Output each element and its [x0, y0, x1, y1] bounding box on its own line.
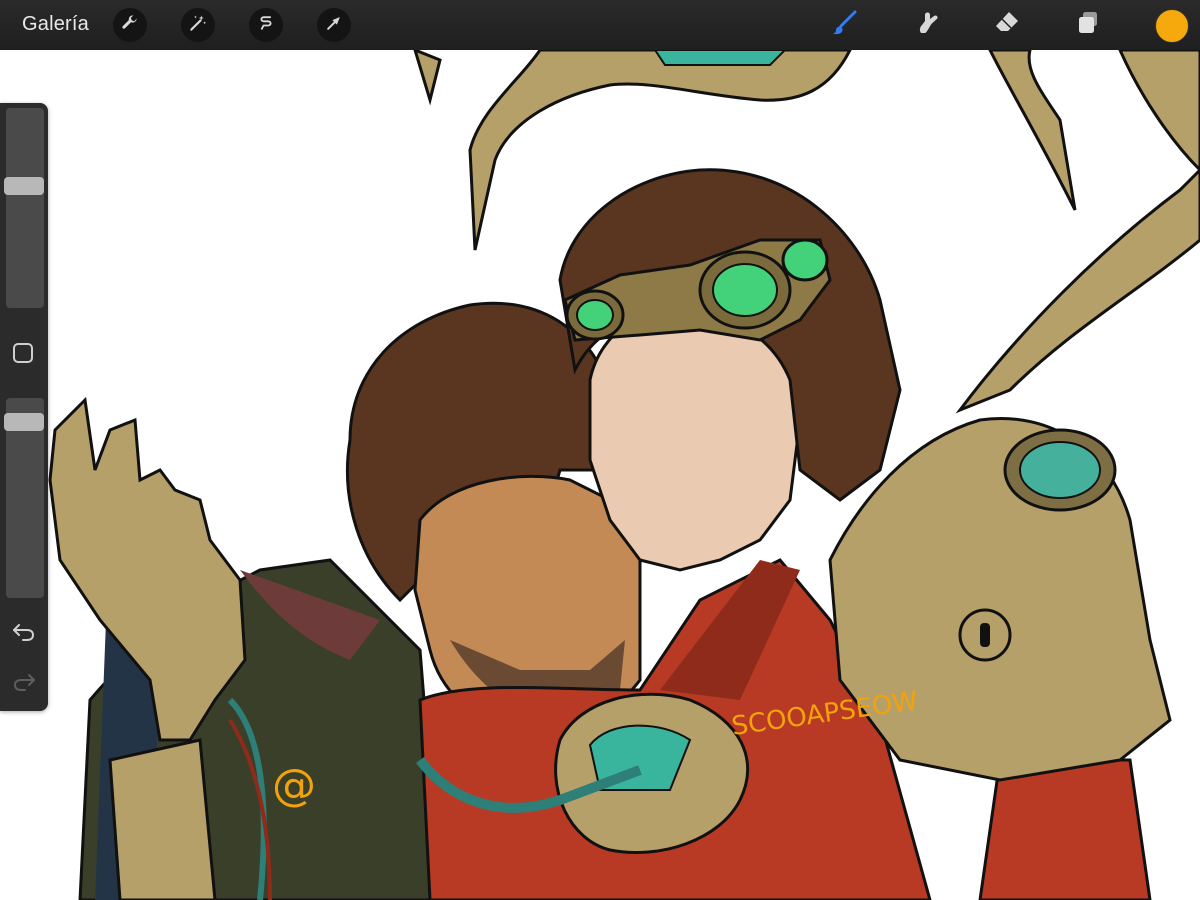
magic-wand-icon: [188, 13, 208, 38]
color-swatch-button[interactable]: [1155, 9, 1189, 43]
redo-icon[interactable]: [11, 668, 37, 694]
wrench-icon: [120, 13, 140, 38]
left-sidebar: [0, 103, 48, 711]
layers-icon: [1074, 9, 1102, 42]
undo-icon[interactable]: [11, 618, 37, 644]
modify-button[interactable]: [13, 343, 33, 363]
eraser-icon: [993, 9, 1021, 42]
brush-size-handle[interactable]: [4, 177, 44, 196]
drawing-canvas[interactable]: @ SCOOAPSEOW: [0, 50, 1200, 900]
actions-button[interactable]: [113, 8, 147, 42]
brush-size-slider[interactable]: [6, 108, 44, 308]
brush-icon: [830, 9, 858, 42]
selection-icon: [256, 13, 276, 38]
selection-button[interactable]: [249, 8, 283, 42]
transform-button[interactable]: [317, 8, 351, 42]
brush-tool-button[interactable]: [827, 8, 861, 42]
adjustments-button[interactable]: [181, 8, 215, 42]
eraser-tool-button[interactable]: [990, 8, 1024, 42]
opacity-handle[interactable]: [4, 412, 44, 431]
signature-at: @: [272, 760, 316, 811]
smudge-icon: [913, 9, 941, 42]
artwork-illustration: @ SCOOAPSEOW: [48, 50, 1200, 900]
top-toolbar: Galería: [0, 0, 1200, 50]
layers-button[interactable]: [1071, 8, 1105, 42]
smudge-tool-button[interactable]: [910, 8, 944, 42]
arrow-icon: [324, 13, 344, 38]
gallery-button[interactable]: Galería: [22, 13, 89, 36]
